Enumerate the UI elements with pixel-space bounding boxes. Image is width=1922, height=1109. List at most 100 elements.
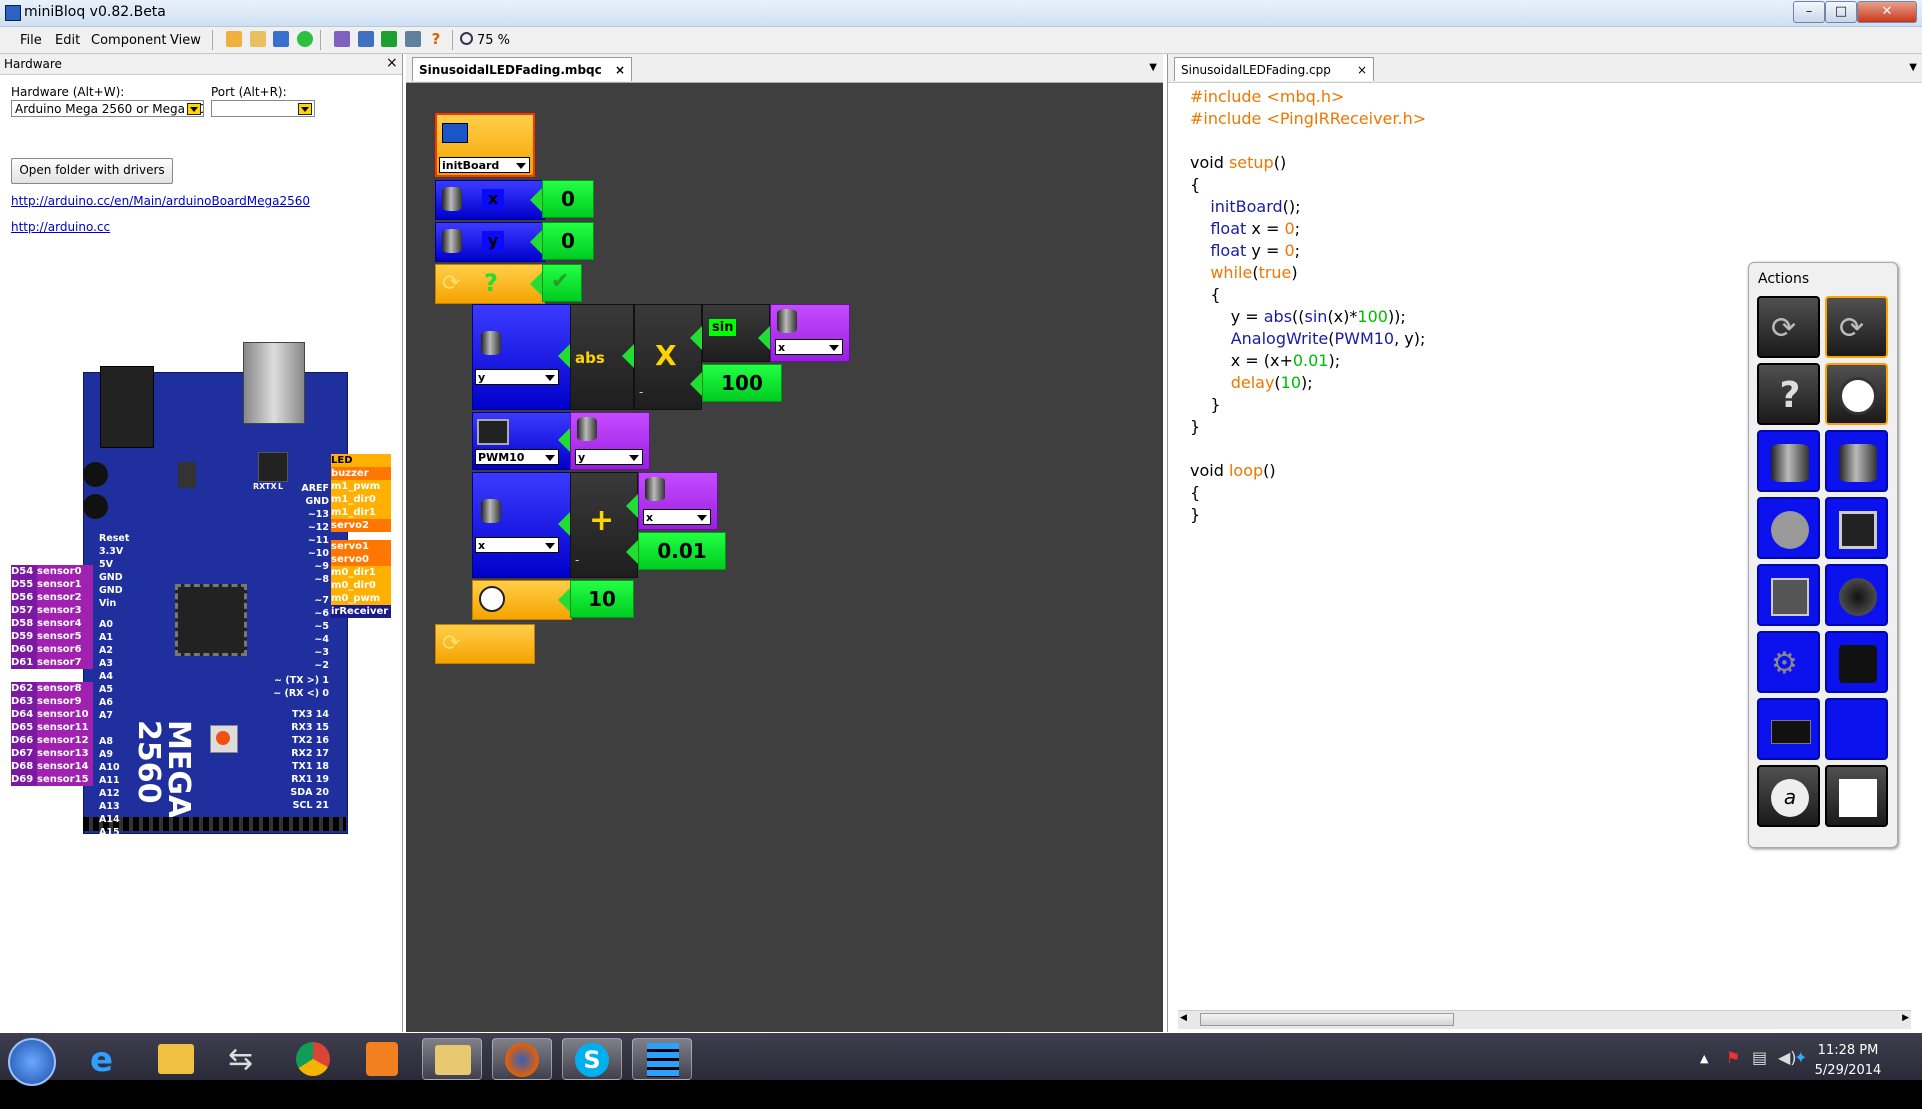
comment-action-button[interactable]: a — [1757, 765, 1820, 827]
init-board-select[interactable]: initBoard — [439, 157, 530, 173]
init-board-block[interactable]: initBoard — [435, 113, 535, 177]
lcd-action-button[interactable] — [1757, 698, 1820, 760]
serial-monitor-icon[interactable] — [405, 31, 421, 47]
code-text: 10 — [1280, 373, 1302, 392]
taskbar-explorer-icon[interactable] — [146, 1038, 206, 1080]
pin-label: TX3 14 — [292, 709, 329, 720]
delay-action-button[interactable] — [1825, 363, 1888, 425]
assign-target-select[interactable]: x — [475, 537, 559, 553]
menu-edit[interactable]: Edit — [55, 33, 80, 48]
zoom-level[interactable]: 75 % — [477, 33, 510, 48]
chevron-down-icon[interactable] — [187, 103, 201, 115]
chevron-down-icon[interactable]: ▼ — [1149, 62, 1157, 73]
true-block[interactable]: ✔ — [542, 264, 582, 302]
note-action-button[interactable] — [1825, 765, 1888, 827]
loop-end-block[interactable]: ⟳ — [435, 624, 535, 664]
speaker-action-button[interactable] — [1825, 564, 1888, 626]
close-tab-icon[interactable]: × — [1357, 58, 1367, 82]
horizontal-scrollbar[interactable]: ◀ ▶ — [1178, 1010, 1911, 1029]
arduino-link[interactable]: http://arduino.cc — [11, 220, 110, 234]
number-block[interactable]: 0.01 — [638, 532, 726, 570]
pin-tag: servo0 — [331, 553, 391, 566]
scroll-right-icon[interactable]: ▶ — [1902, 1013, 1909, 1023]
pin-label: AREF — [301, 483, 329, 494]
set-variable-action-button[interactable] — [1825, 430, 1888, 492]
if-action-button[interactable]: ? — [1757, 363, 1820, 425]
assign-target-select[interactable]: y — [475, 369, 559, 385]
maximize-button[interactable]: □ — [1825, 1, 1857, 23]
port-select[interactable] — [211, 100, 315, 117]
board-icon[interactable] — [381, 31, 397, 47]
tray-dropbox-icon[interactable]: ✦ — [1794, 1048, 1807, 1067]
hardware-select[interactable]: Arduino Mega 2560 or Mega ADK — [11, 100, 204, 117]
motor-action-button[interactable]: ⚙ — [1757, 631, 1820, 693]
variable-name[interactable]: x — [482, 189, 504, 209]
close-tab-icon[interactable]: × — [615, 58, 625, 82]
zoom-icon[interactable] — [460, 32, 473, 45]
pwm-pin-select[interactable]: PWM10 — [475, 449, 559, 465]
taskbar-sync-icon[interactable]: ⇆ — [214, 1038, 274, 1080]
taskbar-firefox-icon[interactable] — [492, 1038, 552, 1080]
variable-x-getter[interactable]: x — [770, 304, 850, 362]
number-block[interactable]: 10 — [570, 580, 634, 618]
menu-view[interactable]: View — [170, 33, 201, 48]
number-block[interactable]: 0 — [542, 222, 594, 260]
analog-write-block[interactable]: PWM10 — [472, 412, 572, 470]
minimize-button[interactable]: – — [1793, 1, 1825, 23]
menu-file[interactable]: File — [20, 33, 42, 48]
save-icon[interactable] — [273, 31, 289, 47]
code-view[interactable]: #include <mbq.h> #include <PingIRReceive… — [1190, 86, 1426, 526]
number-block[interactable]: 100 — [702, 364, 782, 402]
scrollbar-thumb[interactable] — [1200, 1013, 1454, 1026]
taskbar-media-icon[interactable] — [352, 1038, 412, 1080]
assign-y-block[interactable]: y — [472, 304, 572, 410]
menu-component[interactable]: Component — [91, 33, 166, 48]
open-file-icon[interactable] — [226, 31, 242, 47]
variable-x-getter[interactable]: x — [638, 472, 718, 530]
servo-action-button[interactable] — [1825, 631, 1888, 693]
while-action-button[interactable]: ⟳ — [1757, 296, 1820, 358]
taskbar-chrome-icon[interactable] — [284, 1038, 344, 1080]
component-icon[interactable] — [334, 31, 350, 47]
scroll-left-icon[interactable]: ◀ — [1180, 1013, 1187, 1023]
open-drivers-button[interactable]: Open folder with drivers — [11, 158, 173, 184]
run-icon[interactable] — [297, 31, 313, 47]
tray-expand-icon[interactable]: ▲ — [1700, 1052, 1708, 1065]
variable-y-getter[interactable]: y — [570, 412, 650, 470]
capacitor — [83, 462, 108, 487]
taskbar-app-icon[interactable] — [422, 1038, 482, 1080]
chevron-down-icon[interactable] — [298, 103, 312, 115]
plus-arg-select[interactable]: x — [643, 509, 711, 525]
variable-name[interactable]: y — [482, 231, 504, 251]
new-file-icon[interactable] — [250, 31, 266, 47]
close-panel-icon[interactable]: × — [386, 55, 398, 71]
analog-write-action-button[interactable] — [1825, 497, 1888, 559]
tab-mbqc[interactable]: SinusoidalLEDFading.mbqc × — [412, 57, 632, 81]
close-button[interactable]: ✕ — [1857, 1, 1917, 23]
pin-label: A11 — [99, 775, 120, 786]
taskbar-ie-icon[interactable]: e — [76, 1038, 136, 1080]
variable-y-block[interactable]: y — [435, 222, 545, 262]
chevron-down-icon[interactable]: ▼ — [1909, 62, 1917, 73]
tray-network-icon[interactable]: ▤ — [1752, 1048, 1767, 1067]
start-button[interactable] — [8, 1038, 56, 1086]
taskbar-minibloq-icon[interactable] — [632, 1038, 692, 1080]
io-action-button[interactable] — [1757, 497, 1820, 559]
board-info-link[interactable]: http://arduino.cc/en/Main/arduinoBoardMe… — [11, 194, 310, 208]
repeat-action-button[interactable]: ⟳ — [1825, 296, 1888, 358]
edit-icon[interactable] — [358, 31, 374, 47]
assign-x-block[interactable]: x — [472, 472, 572, 578]
delay-block[interactable] — [472, 580, 572, 620]
number-block[interactable]: 0 — [542, 180, 594, 218]
serial-action-button[interactable] — [1757, 564, 1820, 626]
taskbar-clock[interactable]: 11:28 PM 5/29/2014 — [1808, 1041, 1888, 1081]
while-loop-block[interactable]: ⟳ ? — [435, 264, 545, 304]
help-icon[interactable]: ? — [428, 31, 444, 47]
tab-cpp[interactable]: SinusoidalLEDFading.cpp × — [1174, 57, 1374, 81]
create-variable-action-button[interactable] — [1757, 430, 1820, 492]
tray-flag-icon[interactable]: ⚑ — [1726, 1048, 1740, 1067]
sin-arg-select[interactable]: x — [775, 339, 843, 355]
pwm-value-select[interactable]: y — [575, 449, 643, 465]
variable-x-block[interactable]: x — [435, 180, 545, 220]
taskbar-skype-icon[interactable]: S — [562, 1038, 622, 1080]
